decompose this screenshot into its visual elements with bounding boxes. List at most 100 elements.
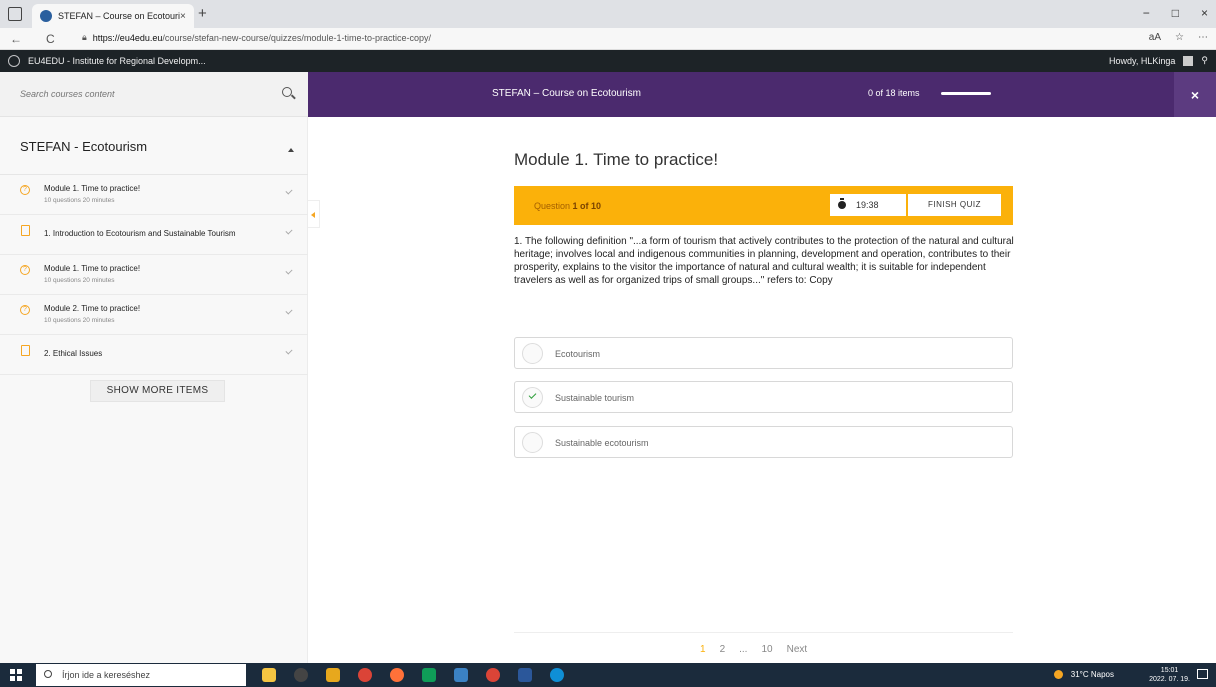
cortana-icon[interactable]: [262, 668, 276, 682]
question-pagination: 1 2 ... 10 Next: [514, 632, 1013, 663]
more-menu-icon[interactable]: ⋯: [1198, 32, 1208, 43]
course-header: STEFAN – Course on Ecotourism 0 of 18 it…: [0, 72, 1216, 117]
avatar[interactable]: [1183, 55, 1194, 66]
item-name: Module 2. Time to practice!: [44, 304, 141, 313]
show-more-button[interactable]: SHOW MORE ITEMS: [90, 380, 225, 402]
list-item[interactable]: 2. Ethical Issues: [0, 335, 308, 375]
wordpress-favicon-icon: [40, 10, 52, 22]
course-title: STEFAN – Course on Ecotourism: [492, 88, 641, 99]
finish-quiz-button[interactable]: FINISH QUIZ: [908, 194, 1001, 216]
browser-tab-bar: STEFAN – Course on Ecotourism × + − □ ×: [0, 0, 1216, 28]
answer-radio[interactable]: [522, 343, 543, 364]
weather-text[interactable]: 31°C Napos: [1071, 670, 1114, 679]
answer-radio[interactable]: [522, 387, 543, 408]
search-icon[interactable]: [282, 87, 292, 97]
item-name: Module 1. Time to practice!: [44, 264, 141, 273]
answer-option[interactable]: Sustainable ecotourism: [514, 426, 1013, 458]
quiz-icon: ?: [20, 305, 30, 315]
new-tab-button[interactable]: +: [198, 5, 207, 22]
taskbar-search[interactable]: Írjon ide a kereséshez: [36, 664, 246, 686]
firefox-icon[interactable]: [390, 668, 404, 682]
list-item[interactable]: ? Module 2. Time to practice! 10 questio…: [0, 295, 308, 335]
sidebar-toggle-button[interactable]: [308, 200, 320, 228]
url-host: https://eu4edu.eu: [92, 32, 163, 43]
tab-actions-icon[interactable]: [8, 7, 22, 21]
answer-option[interactable]: Sustainable tourism: [514, 381, 1013, 413]
clock[interactable]: 15:01 2022. 07. 19.: [1149, 666, 1190, 684]
admin-search-icon[interactable]: ⚲: [1201, 55, 1208, 66]
lock-icon: 🔒︎: [82, 32, 87, 42]
address-bar: ← C 🔒︎ https://eu4edu.eu/course/stefan-n…: [0, 28, 1216, 50]
clock-date: 2022. 07. 19.: [1149, 676, 1190, 683]
quiz-title: Module 1. Time to practice!: [514, 150, 719, 169]
course-search: [0, 72, 308, 117]
progress-text: 0 of 18 items: [868, 88, 920, 98]
answer-radio[interactable]: [522, 432, 543, 453]
section-header[interactable]: STEFAN - Ecotourism: [0, 117, 308, 175]
collapse-caret-icon[interactable]: [288, 148, 294, 152]
lesson-icon: [21, 345, 30, 356]
wordpress-logo-icon[interactable]: [8, 55, 20, 67]
chrome-icon[interactable]: [486, 668, 500, 682]
stopwatch-icon: [838, 198, 846, 209]
check-icon: [285, 347, 293, 355]
howdy-user-link[interactable]: Howdy, HLKinga: [1109, 56, 1175, 66]
answer-label: Sustainable tourism: [555, 393, 635, 403]
quiz-icon: ?: [20, 265, 30, 275]
notification-icon[interactable]: [1197, 669, 1208, 679]
item-meta: 10 questions 20 minutes: [44, 197, 115, 204]
edge-icon[interactable]: [550, 668, 564, 682]
browser-tab[interactable]: STEFAN – Course on Ecotourism ×: [32, 4, 194, 28]
url-path: /course/stefan-new-course/quizzes/module…: [162, 32, 431, 43]
taskbar-apps: [262, 668, 564, 682]
check-icon: [285, 307, 293, 315]
curriculum-list: ? Module 1. Time to practice! 10 questio…: [0, 175, 308, 375]
windows-start-icon[interactable]: [10, 669, 22, 681]
tab-close-icon[interactable]: ×: [180, 11, 194, 22]
quiz-timer: 19:38: [830, 194, 906, 216]
read-aloud-icon[interactable]: aA: [1149, 32, 1161, 43]
check-icon: [285, 227, 293, 235]
chrome-icon[interactable]: [358, 668, 372, 682]
lesson-icon: [21, 225, 30, 236]
check-icon: [285, 187, 293, 195]
reload-button[interactable]: C: [46, 32, 55, 46]
app-icon[interactable]: [422, 668, 436, 682]
answer-label: Ecotourism: [555, 349, 601, 359]
check-icon: [285, 267, 293, 275]
window-controls: − □ ×: [1143, 6, 1208, 20]
app-icon[interactable]: [454, 668, 468, 682]
quiz-status-bar: Question 1 of 10 19:38 FINISH QUIZ: [514, 186, 1013, 225]
site-name-link[interactable]: EU4EDU - Institute for Regional Developm…: [28, 56, 206, 66]
item-name: Module 1. Time to practice!: [44, 184, 141, 193]
minimize-button[interactable]: −: [1143, 6, 1150, 20]
answer-label: Sustainable ecotourism: [555, 438, 649, 448]
clock-time: 15:01: [1160, 667, 1179, 674]
list-item[interactable]: ? Module 1. Time to practice! 10 questio…: [0, 255, 308, 295]
search-input[interactable]: [20, 85, 270, 103]
question-current: 1 of 10: [572, 201, 602, 211]
list-item[interactable]: 1. Introduction to Ecotourism and Sustai…: [0, 215, 308, 255]
file-explorer-icon[interactable]: [326, 668, 340, 682]
url-field[interactable]: 🔒︎ https://eu4edu.eu/course/stefan-new-c…: [82, 32, 431, 43]
section-title: STEFAN - Ecotourism: [20, 139, 148, 154]
item-meta: 10 questions 20 minutes: [44, 277, 115, 284]
favorite-star-icon[interactable]: ☆: [1175, 32, 1184, 43]
page-1-link[interactable]: 1: [700, 644, 706, 655]
answer-option[interactable]: Ecotourism: [514, 337, 1013, 369]
task-view-icon[interactable]: [294, 668, 308, 682]
page-2-link[interactable]: 2: [720, 644, 726, 655]
word-icon[interactable]: [518, 668, 532, 682]
next-page-link[interactable]: Next: [787, 644, 808, 655]
list-item[interactable]: ? Module 1. Time to practice! 10 questio…: [0, 175, 308, 215]
close-course-button[interactable]: ×: [1174, 72, 1216, 117]
wp-admin-bar: EU4EDU - Institute for Regional Developm…: [0, 50, 1216, 72]
maximize-button[interactable]: □: [1172, 6, 1179, 20]
back-button[interactable]: ←: [10, 32, 22, 46]
question-text: 1. The following definition "...a form o…: [514, 236, 1014, 286]
close-window-button[interactable]: ×: [1201, 6, 1208, 20]
page-10-link[interactable]: 10: [761, 644, 772, 655]
progress-bar: [941, 92, 991, 95]
taskbar-search-placeholder: Írjon ide a kereséshez: [62, 670, 151, 680]
question-counter: Question 1 of 10: [534, 201, 601, 211]
